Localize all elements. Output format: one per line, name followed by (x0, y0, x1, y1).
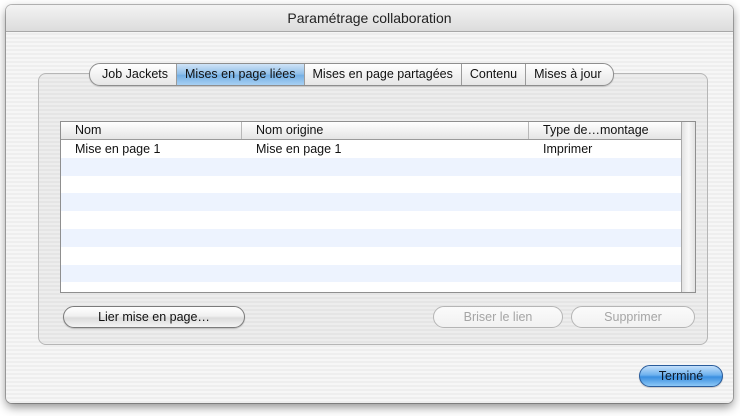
tab-updates[interactable]: Mises à jour (525, 64, 612, 85)
column-header-origin-name[interactable]: Nom origine (242, 122, 529, 139)
tab-linked-layouts[interactable]: Mises en page liées (176, 64, 304, 85)
cell-type: Imprimer (543, 142, 593, 156)
tab-shared-layouts[interactable]: Mises en page partagées (303, 64, 461, 85)
cell-origin-name: Mise en page 1 (256, 142, 342, 156)
table-body: Mise en page 1 Mise en page 1 Imprimer (61, 140, 681, 292)
empty-row (61, 193, 681, 212)
cell-name: Mise en page 1 (75, 142, 161, 156)
empty-row (61, 211, 681, 229)
empty-row (61, 176, 681, 194)
link-layout-button[interactable]: Lier mise en page… (63, 306, 245, 328)
delete-button[interactable]: Supprimer (571, 306, 695, 328)
table-header: Nom Nom origine Type de…montage (61, 122, 681, 140)
empty-row (61, 247, 681, 265)
tab-bar: Job Jackets Mises en page liées Mises en… (89, 63, 614, 86)
tab-content[interactable]: Contenu (460, 64, 525, 85)
window-title: Paramétrage collaboration (6, 5, 733, 32)
collaboration-setup-dialog: Paramétrage collaboration Job Jackets Mi… (6, 5, 733, 403)
table-row[interactable]: Mise en page 1 Mise en page 1 Imprimer (61, 140, 681, 158)
empty-row (61, 157, 681, 176)
linked-layouts-table: Nom Nom origine Type de…montage Mise en … (60, 121, 696, 293)
table-scrollbar[interactable] (681, 122, 695, 292)
column-header-type[interactable]: Type de…montage (529, 122, 681, 139)
tab-job-jackets[interactable]: Job Jackets (90, 64, 176, 85)
empty-row (61, 228, 681, 247)
empty-row (61, 264, 681, 283)
done-button[interactable]: Terminé (639, 365, 723, 387)
column-header-name[interactable]: Nom (61, 122, 242, 139)
empty-row (61, 282, 681, 292)
break-link-button[interactable]: Briser le lien (433, 306, 563, 328)
